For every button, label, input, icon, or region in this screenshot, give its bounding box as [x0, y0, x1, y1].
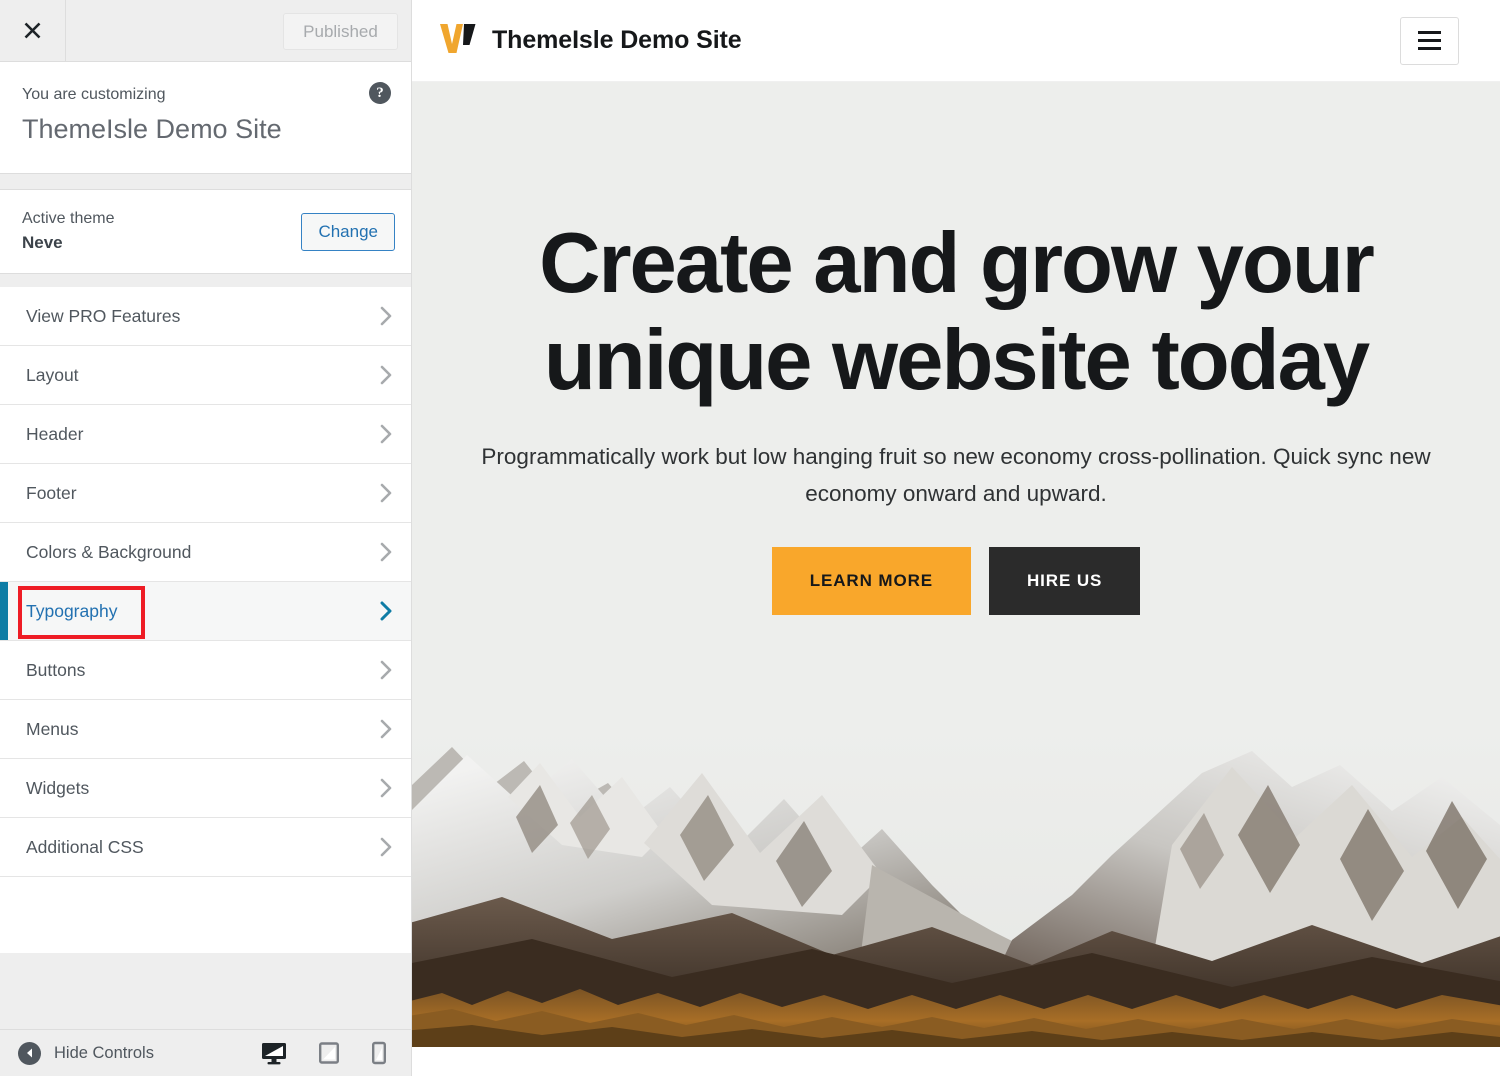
chevron-right-icon — [378, 835, 395, 859]
sidebar-item-view-pro-features[interactable]: View PRO Features — [0, 287, 411, 347]
chevron-right-icon — [378, 481, 395, 505]
sidebar-item-colors-background[interactable]: Colors & Background — [0, 523, 411, 583]
active-theme-meta: Active theme Neve — [22, 208, 114, 255]
change-theme-button[interactable]: Change — [301, 212, 395, 251]
hide-controls-button[interactable]: Hide Controls — [18, 1041, 261, 1065]
help-icon[interactable]: ? — [369, 82, 391, 104]
sidebar-item-typography[interactable]: Typography — [0, 582, 411, 642]
nav-spacer — [0, 274, 411, 288]
sidebar-item-layout[interactable]: Layout — [0, 346, 411, 406]
sidebar-item-label: Typography — [26, 600, 118, 621]
hamburger-bar — [1418, 47, 1441, 50]
desktop-preview-icon[interactable] — [261, 1041, 287, 1065]
tablet-preview-icon[interactable] — [318, 1041, 340, 1065]
sidebar-item-additional-css[interactable]: Additional CSS — [0, 818, 411, 878]
hide-controls-label: Hide Controls — [54, 1043, 154, 1062]
customizing-label: You are customizing — [22, 86, 166, 103]
sidebar-item-label: View PRO Features — [26, 305, 181, 326]
sidebar-item-footer[interactable]: Footer — [0, 464, 411, 524]
device-preview-buttons — [261, 1041, 387, 1065]
sidebar-item-label: Header — [26, 423, 84, 444]
themeisle-w-logo-icon — [439, 23, 477, 59]
customizer-topbar: Published — [0, 0, 411, 62]
publish-button[interactable]: Published — [283, 13, 398, 50]
chevron-right-icon — [378, 776, 395, 800]
hero-section: Create and grow your unique website toda… — [412, 82, 1500, 1076]
chevron-right-icon — [378, 717, 395, 741]
hamburger-menu-icon[interactable] — [1400, 16, 1459, 65]
close-icon — [22, 20, 43, 41]
hero-cta-group: LEARN MORE HIRE US — [420, 547, 1492, 616]
snowy-mountain-range-photo — [412, 725, 1500, 1047]
sidebar-item-buttons[interactable]: Buttons — [0, 641, 411, 701]
site-header: ThemeIsle Demo Site — [412, 0, 1500, 82]
hero-subtitle-line1: Programmatically work but low hanging fr… — [481, 443, 1431, 469]
sidebar-item-label: Widgets — [26, 777, 90, 798]
hero-subtitle-line2: economy onward and upward. — [805, 480, 1107, 506]
active-theme-name: Neve — [22, 232, 63, 252]
sidebar-item-label: Menus — [26, 718, 79, 739]
hero-title: Create and grow your unique website toda… — [539, 216, 1375, 408]
sidebar-item-label: Additional CSS — [26, 836, 144, 857]
collapse-arrow-icon — [18, 1041, 41, 1065]
sidebar-item-label: Footer — [26, 482, 77, 503]
sidebar-item-label: Buttons — [26, 659, 86, 680]
chevron-right-icon — [378, 304, 395, 328]
chevron-right-icon — [378, 658, 395, 682]
hire-us-button[interactable]: HIRE US — [989, 547, 1141, 616]
chevron-right-icon — [378, 540, 395, 564]
preview-bottom-strip — [412, 1047, 1500, 1076]
active-theme-label: Active theme — [22, 210, 115, 228]
sidebar-item-label: Colors & Background — [26, 541, 192, 562]
chevron-right-icon — [378, 363, 395, 387]
customizer-footer: Hide Controls — [0, 1029, 411, 1076]
hero-subtitle: Programmatically work but low hanging fr… — [420, 438, 1492, 512]
customizing-panel: You are customizing ThemeIsle Demo Site … — [0, 62, 411, 175]
sidebar-empty-area — [0, 953, 411, 1030]
sidebar-item-label: Layout — [26, 364, 79, 385]
customizing-site-title: ThemeIsle Demo Site — [22, 114, 282, 145]
hero-background-image — [412, 725, 1500, 1047]
chevron-right-icon — [378, 422, 395, 446]
site-title: ThemeIsle Demo Site — [492, 26, 742, 54]
site-brand[interactable]: ThemeIsle Demo Site — [439, 23, 1400, 59]
panel-divider — [0, 174, 411, 191]
learn-more-button[interactable]: LEARN MORE — [771, 547, 971, 616]
sidebar-item-header[interactable]: Header — [0, 405, 411, 465]
customizer-nav-list: View PRO Features Layout Header Footer C… — [0, 287, 411, 954]
hero-copy: Create and grow your unique website toda… — [412, 82, 1500, 616]
sidebar-item-menus[interactable]: Menus — [0, 700, 411, 760]
chevron-right-icon — [378, 599, 395, 623]
customizer-sidebar: Published You are customizing ThemeIsle … — [0, 0, 412, 1076]
site-preview-pane: ThemeIsle Demo Site Create and grow your… — [412, 0, 1500, 1076]
mobile-preview-icon[interactable] — [371, 1041, 387, 1065]
active-theme-panel: Active theme Neve Change — [0, 190, 411, 275]
hamburger-bar — [1418, 31, 1441, 34]
hamburger-bar — [1418, 39, 1441, 42]
customizer-app: Published You are customizing ThemeIsle … — [0, 0, 1500, 1076]
close-customizer-button[interactable] — [0, 0, 66, 61]
sidebar-item-widgets[interactable]: Widgets — [0, 759, 411, 819]
